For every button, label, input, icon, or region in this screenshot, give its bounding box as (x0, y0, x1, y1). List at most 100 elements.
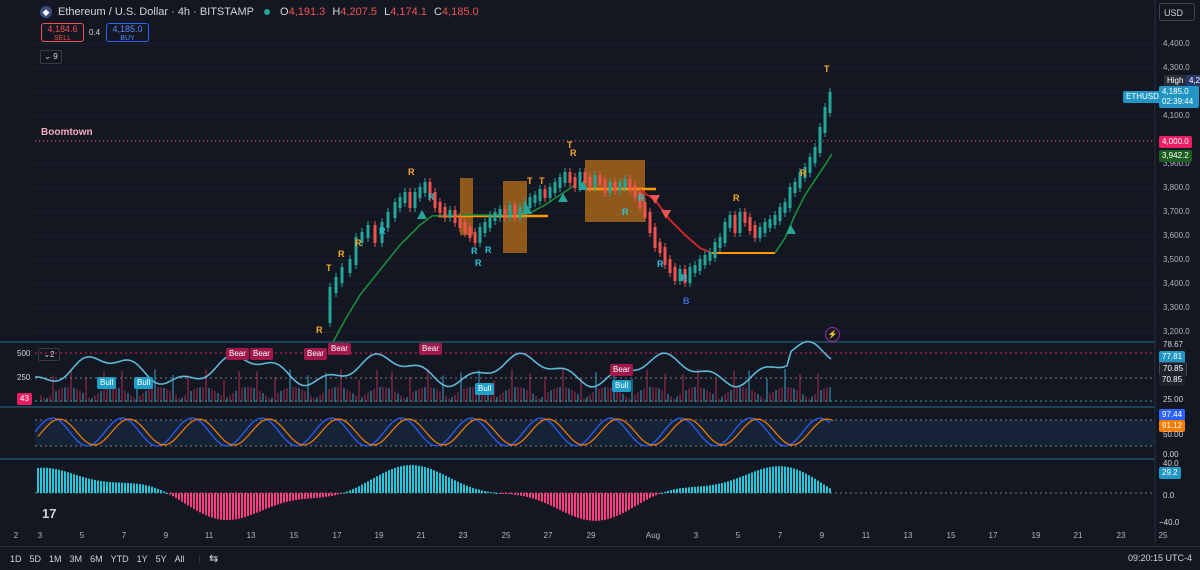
volume-bar (553, 388, 555, 402)
timeframe-button[interactable]: 3M (70, 554, 83, 564)
macd-bar (64, 471, 66, 493)
bear-label: Bear (328, 343, 351, 355)
date-range-icon[interactable]: ⇆ (209, 552, 218, 565)
timeframe-button[interactable]: YTD (111, 554, 129, 564)
volume-bar (259, 391, 261, 402)
macd-bar (217, 493, 219, 520)
candle-body (458, 217, 462, 228)
macd-bar (283, 493, 285, 503)
indicators-toggle[interactable]: ⌄ 9 (40, 50, 62, 64)
macd-bar (394, 467, 396, 493)
sell-button[interactable]: 4,184.6 SELL (41, 23, 84, 42)
volume-bar (736, 387, 738, 402)
candle-body (488, 215, 492, 228)
timeframe-button[interactable]: 5D (30, 554, 42, 564)
volume-bar (70, 369, 72, 402)
signal-label: R (638, 193, 645, 203)
volume-bar (421, 387, 423, 402)
price-tick: 3,400.0 (1163, 279, 1190, 288)
volume-bar (382, 387, 384, 402)
volume-bar (358, 380, 360, 402)
candle-body (473, 232, 477, 243)
rsi-left-axis-top: 500 (17, 349, 31, 358)
volume-bar (133, 397, 135, 402)
volume-bar (100, 391, 102, 402)
macd-bar (364, 482, 366, 493)
timeframe-button[interactable]: 6M (90, 554, 103, 564)
macd-bar (565, 493, 567, 513)
macd-bar (412, 465, 414, 493)
timeframe-button[interactable]: 1M (49, 554, 62, 564)
macd-bar (466, 485, 468, 493)
symbol-header[interactable]: ◆ Ethereum / U.S. Dollar · 4h · BITSTAMP… (40, 6, 483, 18)
macd-bar (295, 493, 297, 501)
volume-bar (142, 393, 144, 402)
timeframe-button[interactable]: 5Y (156, 554, 167, 564)
timeframe-button[interactable]: All (175, 554, 185, 564)
volume-bar (268, 397, 270, 402)
volume-bar (340, 369, 342, 402)
macd-bar (229, 493, 231, 520)
candle-body (513, 205, 517, 218)
ethereum-icon: ◆ (40, 6, 52, 18)
candle-body (340, 267, 344, 283)
tradingview-logo-icon[interactable]: 17 (42, 506, 56, 521)
macd-bar (427, 468, 429, 493)
volume-bar (784, 369, 786, 402)
buy-button[interactable]: 4,185.0 BUY (106, 23, 149, 42)
macd-bar (442, 474, 444, 493)
volume-bar (442, 375, 444, 402)
candle-body (528, 197, 532, 208)
macd-bar (40, 467, 42, 493)
candle-body (548, 187, 552, 198)
macd-bar (715, 484, 717, 493)
volume-bar (691, 387, 693, 402)
bear-label: Bear (610, 364, 633, 376)
date-tick: 3 (37, 531, 43, 540)
macd-bar (703, 486, 705, 493)
timeframe-button[interactable]: 1D (10, 554, 22, 564)
macd-bar (493, 492, 495, 494)
symbol-title[interactable]: Ethereum / U.S. Dollar · 4h · BITSTAMP (58, 6, 254, 18)
price-tick: 3,600.0 (1163, 231, 1190, 240)
currency-selector[interactable]: USD (1159, 3, 1195, 21)
macd-bar (70, 473, 72, 493)
macd-bar (262, 493, 264, 511)
volume-bar (592, 392, 594, 402)
timeframe-button[interactable]: 1Y (137, 554, 148, 564)
macd-bar (688, 487, 690, 493)
volume-bar (829, 387, 831, 402)
volume-bar (643, 388, 645, 402)
volume-bar (157, 387, 159, 402)
lightning-icon[interactable]: ⚡ (825, 327, 840, 342)
volume-bar (502, 392, 504, 402)
volume-bar (253, 388, 255, 402)
macd-bar (781, 466, 783, 493)
macd-bar (487, 491, 489, 493)
macd-bar (298, 493, 300, 500)
volume-bar (772, 391, 774, 402)
volume-bar (211, 389, 213, 402)
macd-bar (514, 493, 516, 495)
date-tick: 23 (1116, 531, 1126, 540)
price-tick: 4,100.0 (1163, 111, 1190, 120)
candle-body (443, 207, 447, 218)
macd-bar (559, 493, 561, 511)
macd-bar (826, 486, 828, 493)
macd-bar (313, 493, 315, 499)
date-tick: 11 (204, 531, 214, 540)
volume-bar (514, 387, 516, 402)
chart-canvas[interactable] (0, 0, 1200, 569)
macd-bar (307, 493, 309, 499)
candle-body (386, 212, 390, 228)
clock[interactable]: 09:20:15 UTC-4 (1128, 553, 1192, 563)
macd-bar (376, 476, 378, 493)
macd-bar (625, 493, 627, 512)
candle-body (583, 172, 587, 183)
timeframe-buttons[interactable]: 1D 5D 1M 3M 6M YTD 1Y 5Y All (10, 554, 193, 564)
volume-bar (550, 390, 552, 402)
volume-bar (418, 388, 420, 402)
volume-bar (466, 387, 468, 402)
volume-bar (145, 391, 147, 402)
pane-indicators-toggle[interactable]: ⌄2 (38, 348, 60, 361)
